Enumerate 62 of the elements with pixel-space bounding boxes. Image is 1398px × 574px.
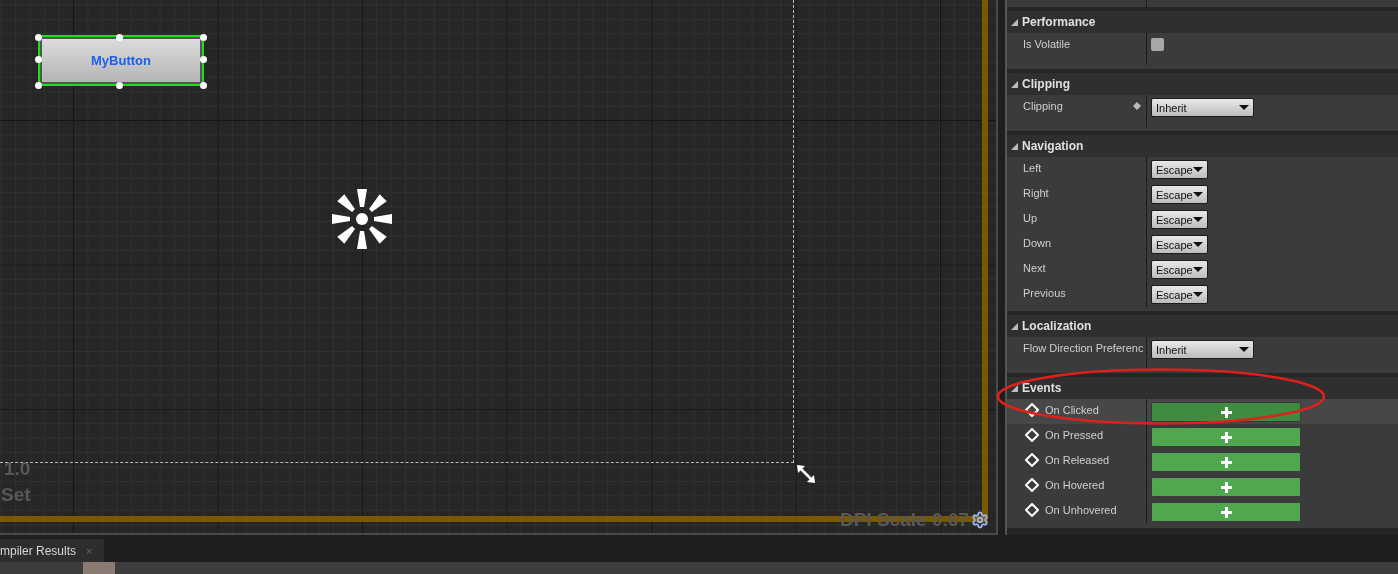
collapse-triangle-icon (1011, 80, 1018, 88)
dropdown[interactable]: Inherit (1151, 340, 1254, 359)
plus-icon (1220, 456, 1232, 468)
plus-icon (1220, 431, 1232, 443)
resize-handle[interactable] (35, 56, 42, 63)
plus-icon (1220, 406, 1232, 418)
property-label: Previous (1023, 286, 1066, 301)
add-event-button[interactable] (1151, 502, 1301, 522)
property-label: Left (1023, 161, 1042, 176)
zoom-level-label: 1.0 (4, 458, 31, 480)
loading-spinner-icon (330, 187, 394, 251)
dropdown[interactable]: Escape (1151, 235, 1208, 254)
property-label: On Released (1045, 453, 1110, 468)
property-label: Down (1023, 236, 1052, 251)
checkbox[interactable] (1151, 38, 1164, 51)
resize-arrow-icon (796, 464, 816, 484)
add-event-button[interactable] (1151, 452, 1301, 472)
panel-tab[interactable]: mpiler Results × (0, 539, 104, 562)
property-label: Next (1023, 261, 1046, 276)
add-event-button[interactable] (1151, 477, 1301, 497)
diamond-icon (1025, 478, 1039, 492)
resize-handle[interactable] (35, 34, 42, 41)
pin-icon[interactable] (1132, 101, 1142, 111)
resize-handle[interactable] (200, 56, 207, 63)
section-header[interactable]: Events (1007, 377, 1398, 399)
section-header[interactable]: Navigation (1007, 135, 1398, 157)
collapse-triangle-icon (1011, 384, 1018, 392)
settings-icon[interactable] (971, 511, 989, 529)
diamond-icon (1025, 403, 1039, 417)
dropdown[interactable]: Escape (1151, 160, 1208, 179)
property-label: Flow Direction Preferenc (1023, 341, 1144, 356)
dropdown[interactable]: Escape (1151, 285, 1208, 304)
section-header[interactable]: Performance (1007, 11, 1398, 33)
property-label: On Pressed (1045, 428, 1104, 443)
property-label: Clipping (1023, 99, 1063, 114)
resize-handle[interactable] (200, 82, 207, 89)
dropdown[interactable]: Inherit (1151, 98, 1254, 117)
diamond-icon (1025, 428, 1039, 442)
property-label: Is Volatile (1023, 37, 1071, 52)
dropdown[interactable]: Escape (1151, 210, 1208, 229)
property-label: On Unhovered (1045, 503, 1117, 518)
property-label: On Hovered (1045, 478, 1105, 493)
property-label: Up (1023, 211, 1038, 226)
resize-handle[interactable] (116, 82, 123, 89)
dropdown[interactable]: Escape (1151, 185, 1208, 204)
collapse-triangle-icon (1011, 142, 1018, 150)
resize-handle[interactable] (116, 34, 123, 41)
dropdown[interactable]: Escape (1151, 260, 1208, 279)
plus-icon (1220, 481, 1232, 493)
section-header[interactable]: Localization (1007, 315, 1398, 337)
resize-handle[interactable] (200, 34, 207, 41)
plus-icon (1220, 506, 1232, 518)
resize-handle[interactable] (35, 82, 42, 89)
diamond-icon (1025, 503, 1039, 517)
add-event-button[interactable] (1151, 427, 1301, 447)
collapse-triangle-icon (1011, 18, 1018, 26)
property-label: Right (1023, 186, 1049, 201)
diamond-icon (1025, 453, 1039, 467)
collapse-triangle-icon (1011, 322, 1018, 330)
property-label: On Clicked (1045, 403, 1099, 418)
add-event-button[interactable] (1151, 402, 1301, 422)
section-header[interactable]: Clipping (1007, 73, 1398, 95)
